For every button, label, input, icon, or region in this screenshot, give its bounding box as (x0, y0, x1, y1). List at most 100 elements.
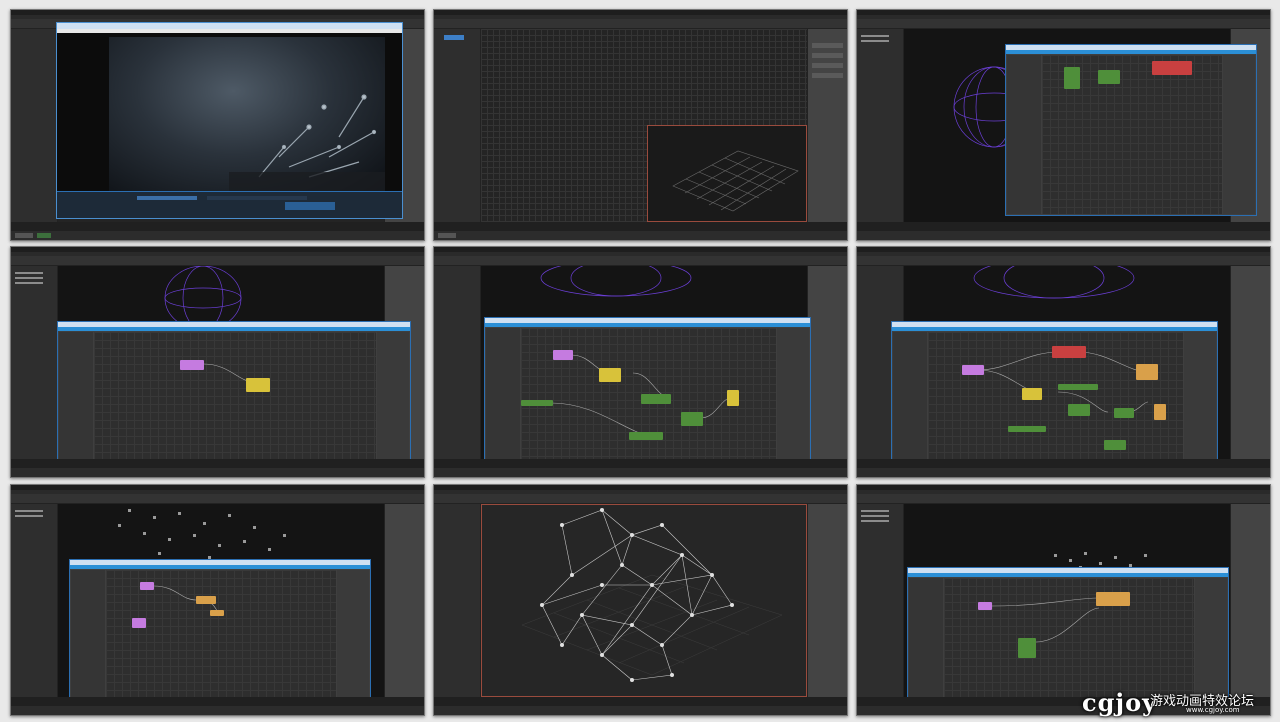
node-canvas[interactable] (94, 332, 376, 461)
main-toolbar (11, 256, 424, 266)
node-yellow[interactable] (599, 368, 621, 382)
scene-explorer-panel (11, 504, 58, 697)
slate-material-editor[interactable] (1005, 44, 1257, 216)
slate-material-editor[interactable] (484, 317, 811, 464)
node-orange[interactable] (210, 610, 224, 616)
node-green[interactable] (1114, 408, 1134, 418)
scene-explorer-panel (11, 266, 58, 459)
scene-explorer-panel (857, 29, 904, 222)
node-purple[interactable] (553, 350, 573, 360)
dialog-tab-bar (58, 327, 410, 331)
node-orange[interactable] (1136, 364, 1158, 380)
node-green[interactable] (1098, 70, 1120, 84)
node-purple[interactable] (180, 360, 204, 370)
thumbnail-node-editor-large-graph[interactable] (433, 246, 848, 478)
node-green[interactable] (641, 394, 671, 404)
command-panel (384, 504, 424, 697)
scene-explorer-panel (434, 504, 481, 697)
thumbnail-node-editor-small-graph[interactable] (10, 246, 425, 478)
node-green[interactable] (1064, 67, 1080, 89)
main-toolbar (857, 494, 1270, 504)
thumbnail-empty-viewport[interactable] (433, 9, 848, 241)
dialog-properties-panel (377, 332, 409, 461)
node-orange[interactable] (196, 596, 216, 604)
node-orange[interactable] (1154, 404, 1166, 420)
scene-explorer-panel (434, 266, 481, 459)
timeline[interactable] (434, 459, 847, 468)
node-green[interactable] (1008, 426, 1046, 432)
thumbnail-particles-node-editor[interactable] (10, 484, 425, 716)
thumbnail-node-editor-complex-graph[interactable] (856, 246, 1271, 478)
dialog-properties-panel (1184, 332, 1216, 463)
watermark-url: www.cgjoy.com (1186, 706, 1240, 714)
timeline[interactable] (11, 459, 424, 468)
node-purple[interactable] (978, 602, 992, 610)
status-bar (11, 231, 424, 240)
status-bar (434, 231, 847, 240)
node-red[interactable] (1152, 61, 1192, 75)
thumbnail-particles-node-editor-2[interactable] (856, 484, 1271, 716)
node-canvas[interactable] (1042, 55, 1222, 214)
node-canvas[interactable] (944, 578, 1194, 697)
node-green[interactable] (1068, 404, 1090, 416)
slate-material-editor[interactable] (907, 567, 1229, 699)
video-player-window (56, 22, 403, 219)
site-watermark: cgjoy 游戏动画特效论坛 www.cgjoy.com (1082, 688, 1272, 718)
node-purple[interactable] (132, 618, 146, 628)
slate-material-editor[interactable] (891, 321, 1218, 465)
command-panel (1230, 504, 1270, 697)
dialog-browser-panel (893, 332, 927, 463)
slate-material-editor[interactable] (57, 321, 411, 463)
node-green[interactable] (1058, 384, 1098, 390)
main-toolbar (434, 19, 847, 29)
status-bar (434, 468, 847, 477)
timeline[interactable] (434, 222, 847, 231)
dialog-browser-panel (909, 578, 943, 697)
node-canvas[interactable] (106, 570, 336, 699)
timeline[interactable] (11, 697, 424, 706)
dialog-browser-panel (486, 328, 520, 462)
thumbnail-video-player[interactable] (10, 9, 425, 241)
player-controls[interactable] (57, 191, 402, 218)
thumbnail-node-editor-sphere[interactable] (856, 9, 1271, 241)
node-red[interactable] (1052, 346, 1086, 358)
dialog-tab-bar (1006, 50, 1256, 54)
status-bar (434, 706, 847, 715)
node-green[interactable] (681, 412, 703, 426)
node-yellow[interactable] (246, 378, 270, 392)
command-panel (1230, 266, 1270, 459)
node-canvas[interactable] (521, 328, 776, 462)
timeline[interactable] (857, 459, 1270, 468)
viewport-grid[interactable] (481, 29, 807, 222)
node-orange[interactable] (1096, 592, 1130, 606)
node-wires (991, 597, 1100, 643)
node-yellow[interactable] (1022, 388, 1042, 400)
node-yellow[interactable] (727, 390, 739, 406)
player-menu-bar (57, 29, 402, 33)
scene-explorer-panel (11, 29, 58, 222)
slate-material-editor[interactable] (69, 559, 371, 701)
particle-network (521, 508, 783, 682)
status-bar (11, 706, 424, 715)
main-toolbar (434, 494, 847, 504)
viewport-network[interactable] (481, 504, 807, 697)
thumbnail-network-cloud[interactable] (433, 484, 848, 716)
contact-sheet: { "sheet": { "tiles": [ {"id": "t1", "co… (0, 0, 1280, 722)
dialog-tab-bar (892, 327, 1217, 331)
node-green[interactable] (1018, 638, 1036, 658)
timeline[interactable] (11, 222, 424, 231)
status-bar (857, 468, 1270, 477)
dialog-properties-panel (777, 328, 809, 462)
timeline[interactable] (857, 222, 1270, 231)
node-purple[interactable] (962, 365, 984, 375)
node-green[interactable] (521, 400, 553, 406)
timeline[interactable] (434, 697, 847, 706)
main-toolbar (857, 19, 1270, 29)
command-panel (807, 266, 847, 459)
node-purple[interactable] (140, 582, 154, 590)
node-wires (203, 363, 255, 383)
node-green[interactable] (629, 432, 663, 440)
node-green[interactable] (1104, 440, 1126, 450)
dialog-properties-panel (1223, 55, 1255, 214)
node-canvas[interactable] (928, 332, 1183, 463)
